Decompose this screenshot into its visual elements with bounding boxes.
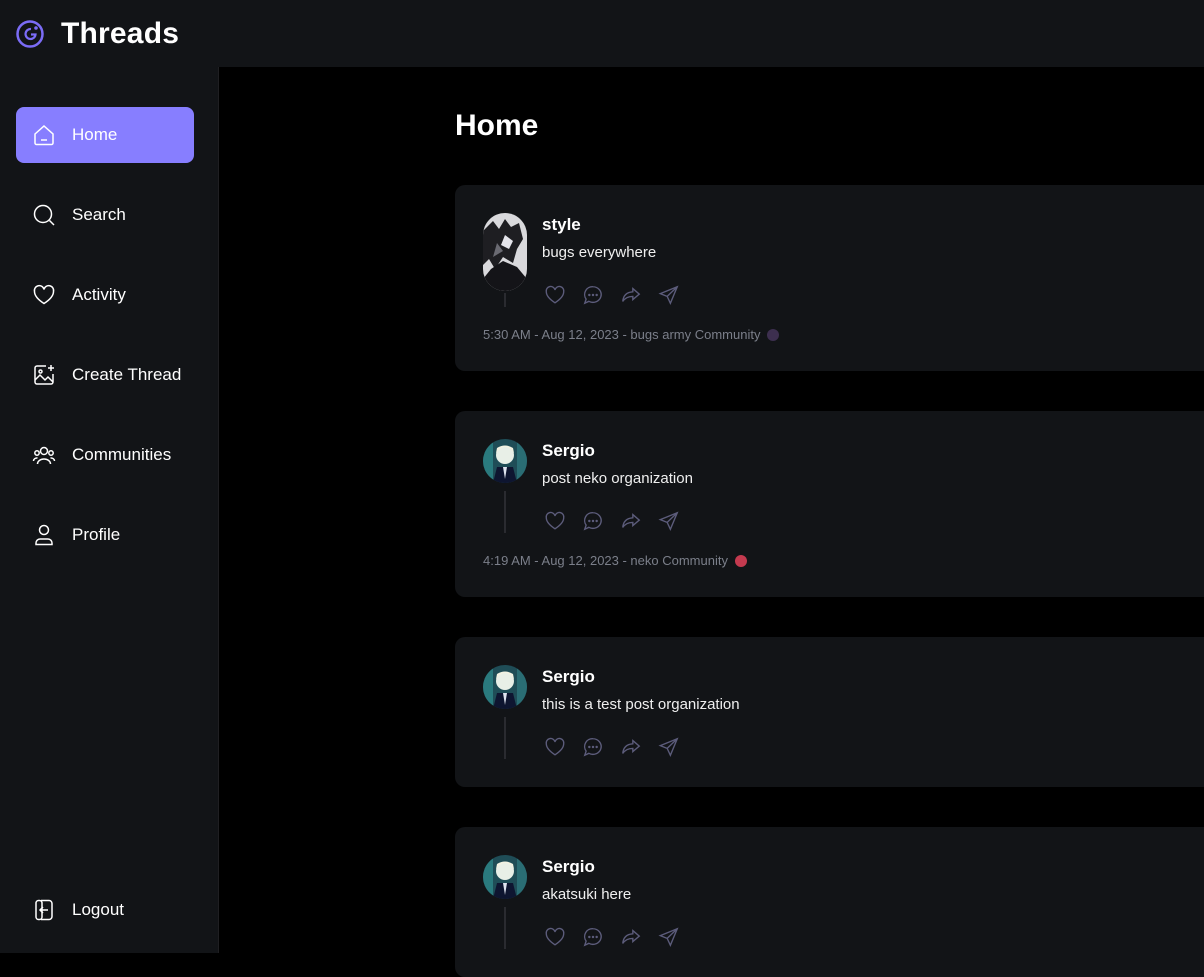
app-title[interactable]: Threads <box>61 17 179 51</box>
thread-actions <box>544 284 680 306</box>
avatar[interactable] <box>483 439 527 483</box>
avatar[interactable] <box>483 213 527 291</box>
thread-meta: 4:19 AM - Aug 12, 2023 - neko Community <box>483 553 747 568</box>
thread-card: Sergio akatsuki here <box>455 827 1204 977</box>
thread-actions <box>544 926 680 948</box>
logout-label: Logout <box>72 900 124 919</box>
sidebar-item-label: Search <box>72 205 126 224</box>
thread-text: bugs everywhere <box>542 244 657 261</box>
community-icon[interactable] <box>767 329 780 341</box>
sidebar-item-label: Profile <box>72 525 121 544</box>
search-icon <box>32 203 56 227</box>
sidebar-item-profile[interactable]: Profile <box>16 507 194 563</box>
thread-actions <box>544 510 680 532</box>
share-icon[interactable] <box>658 736 680 758</box>
thread-text: post neko organization <box>542 470 693 487</box>
sidebar-item-label: Communities <box>72 445 172 464</box>
avatar[interactable] <box>483 855 527 899</box>
sidebar-item-label: Create Thread <box>72 365 182 384</box>
like-icon[interactable] <box>544 926 566 948</box>
repost-icon[interactable] <box>620 510 642 532</box>
thread-actions <box>544 736 680 758</box>
reply-icon[interactable] <box>582 510 604 532</box>
thread-text: akatsuki here <box>542 886 632 903</box>
sidebar-item-home[interactable]: Home <box>16 107 194 163</box>
thread-line <box>504 717 506 759</box>
thread-author[interactable]: Sergio <box>542 667 595 687</box>
home-icon <box>32 123 56 147</box>
sidebar-item-label: Home <box>72 125 118 144</box>
users-icon <box>32 443 56 467</box>
like-icon[interactable] <box>544 284 566 306</box>
community-icon[interactable] <box>734 555 747 567</box>
sidebar: Home Search Activity Create Thread Commu… <box>0 67 219 953</box>
share-icon[interactable] <box>658 926 680 948</box>
share-icon[interactable] <box>658 284 680 306</box>
thread-author[interactable]: Sergio <box>542 441 595 461</box>
logo-icon[interactable] <box>15 19 45 49</box>
thread-timestamp[interactable]: 5:30 AM - Aug 12, 2023 - bugs army Commu… <box>483 327 760 342</box>
page-title: Home <box>455 109 539 142</box>
avatar[interactable] <box>483 665 527 709</box>
sidebar-item-search[interactable]: Search <box>16 187 194 243</box>
thread-author[interactable]: style <box>542 215 581 235</box>
repost-icon[interactable] <box>620 284 642 306</box>
heart-icon <box>32 283 56 307</box>
thread-text: this is a test post organization <box>542 696 740 713</box>
thread-author[interactable]: Sergio <box>542 857 595 877</box>
thread-line <box>504 907 506 949</box>
reply-icon[interactable] <box>582 926 604 948</box>
main-content: Home style bugs everywhere 5:30 AM - Aug… <box>219 67 1204 977</box>
thread-card: style bugs everywhere 5:30 AM - Aug 12, … <box>455 185 1204 371</box>
image-plus-icon <box>32 363 56 387</box>
thread-line <box>504 293 506 307</box>
like-icon[interactable] <box>544 510 566 532</box>
like-icon[interactable] <box>544 736 566 758</box>
user-icon <box>32 523 56 547</box>
thread-timestamp[interactable]: 4:19 AM - Aug 12, 2023 - neko Community <box>483 553 728 568</box>
thread-card: Sergio post neko organization 4:19 AM - … <box>455 411 1204 597</box>
repost-icon[interactable] <box>620 736 642 758</box>
share-icon[interactable] <box>658 510 680 532</box>
thread-meta: 5:30 AM - Aug 12, 2023 - bugs army Commu… <box>483 327 780 342</box>
logout-button[interactable]: Logout <box>16 882 194 938</box>
reply-icon[interactable] <box>582 284 604 306</box>
thread-line <box>504 491 506 533</box>
sidebar-item-create-thread[interactable]: Create Thread <box>16 347 194 403</box>
sidebar-item-communities[interactable]: Communities <box>16 427 194 483</box>
repost-icon[interactable] <box>620 926 642 948</box>
sidebar-item-activity[interactable]: Activity <box>16 267 194 323</box>
top-bar: Threads <box>0 0 1204 67</box>
reply-icon[interactable] <box>582 736 604 758</box>
sidebar-item-label: Activity <box>72 285 126 304</box>
thread-card: Sergio this is a test post organization <box>455 637 1204 787</box>
logout-icon <box>32 898 56 922</box>
